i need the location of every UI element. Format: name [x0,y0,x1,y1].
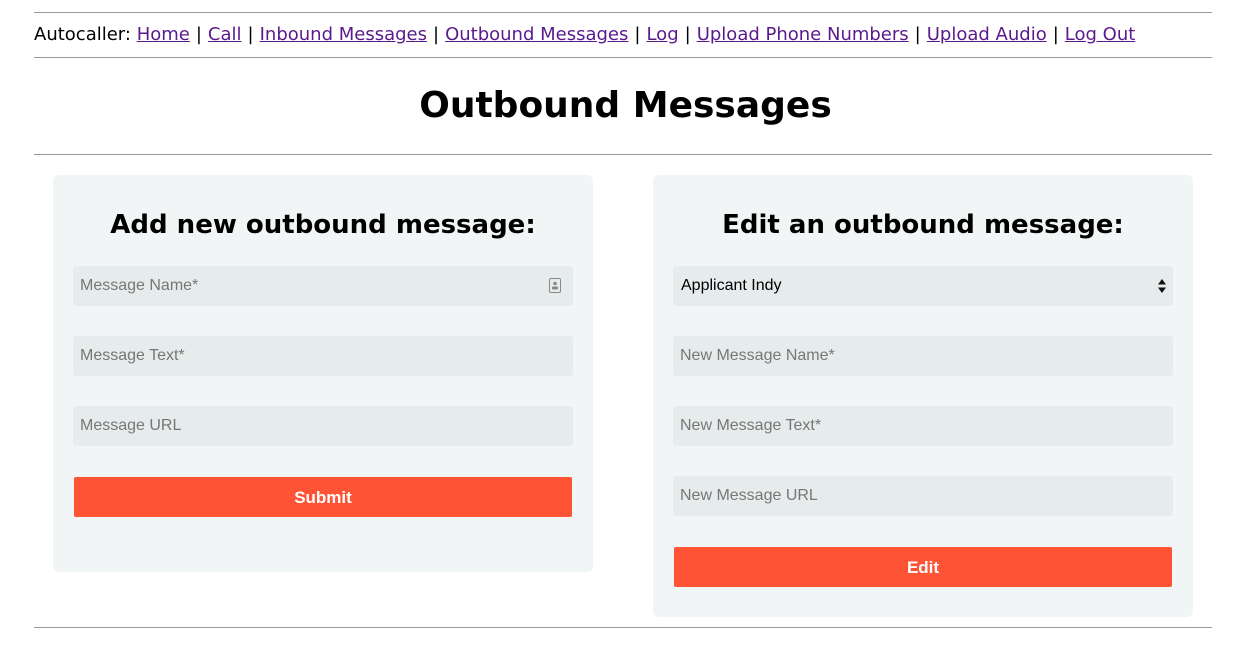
nav-brand: Autocaller: [34,24,131,45]
add-message-heading: Add new outbound message: [110,210,536,240]
title-divider [34,154,1212,155]
nav-separator: | [634,24,641,45]
nav-link-home[interactable]: Home [137,24,190,45]
contact-card-icon[interactable] [549,278,561,293]
top-divider [34,12,1212,13]
message-url-input[interactable] [73,406,573,446]
nav-separator: | [247,24,254,45]
nav-link-log[interactable]: Log [646,24,678,45]
submit-button[interactable]: Submit [74,477,572,517]
message-select-value: Applicant Indy [681,277,782,294]
edit-button[interactable]: Edit [674,547,1172,587]
message-name-input[interactable] [73,266,573,306]
nav-separator: | [1052,24,1059,45]
nav-link-log-out[interactable]: Log Out [1065,24,1136,45]
new-message-text-input[interactable] [673,406,1173,446]
message-text-input[interactable] [73,336,573,376]
message-select[interactable]: Applicant Indy [673,266,1173,306]
nav-separator: | [195,24,202,45]
nav-link-call[interactable]: Call [208,24,242,45]
add-message-panel: Add new outbound message: Submit [53,175,593,572]
new-message-url-input[interactable] [673,476,1173,516]
edit-message-panel: Edit an outbound message: Applicant Indy… [653,175,1193,617]
nav-separator: | [684,24,691,45]
edit-message-heading: Edit an outbound message: [722,210,1124,240]
nav-bar: Autocaller: Home | Call | Inbound Messages | O… [34,22,1135,48]
nav-separator: | [433,24,440,45]
nav-link-inbound-messages[interactable]: Inbound Messages [260,24,427,45]
nav-link-upload-audio[interactable]: Upload Audio [927,24,1047,45]
nav-link-outbound-messages[interactable]: Outbound Messages [445,24,628,45]
page-title: Outbound Messages [419,85,832,126]
nav-separator: | [914,24,921,45]
new-message-name-input[interactable] [673,336,1173,376]
nav-link-upload-phone-numbers[interactable]: Upload Phone Numbers [697,24,909,45]
bottom-divider [34,627,1212,628]
nav-divider [34,57,1212,58]
select-arrows-icon [1158,279,1166,293]
